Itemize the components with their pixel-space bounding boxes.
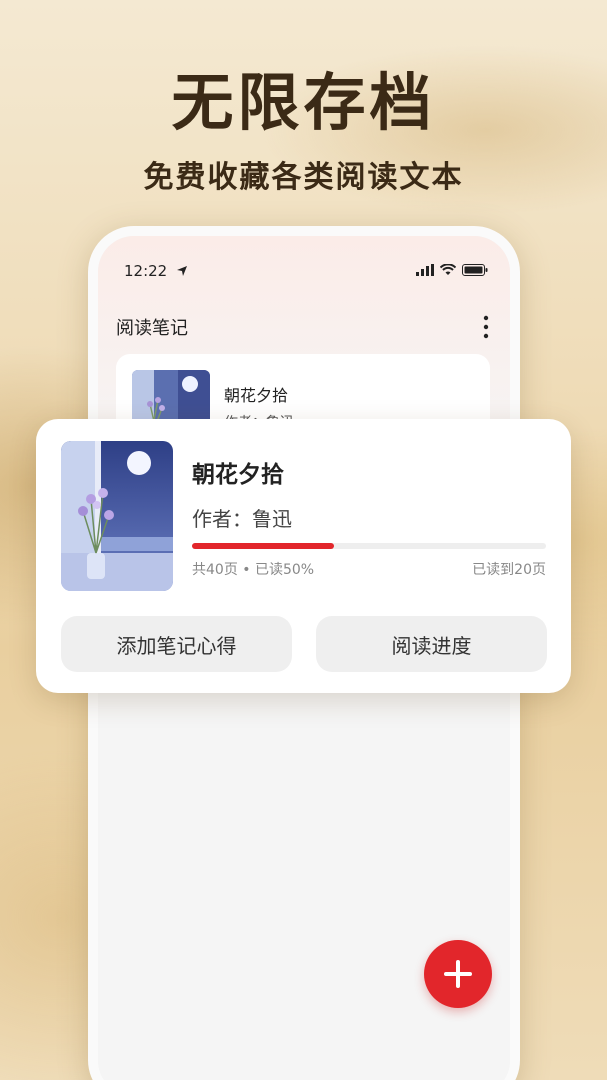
status-icons: [416, 264, 488, 276]
more-vertical-icon[interactable]: [476, 314, 496, 340]
book-title: 朝花夕拾: [192, 462, 284, 488]
status-bar: 12:22: [124, 262, 188, 280]
promo-headline: 无限存档: [171, 66, 436, 139]
add-fab-button[interactable]: [424, 940, 492, 1008]
reading-progress-label: 阅读进度: [391, 633, 472, 658]
promo-subline: 免费收藏各类阅读文本: [143, 160, 464, 195]
book-author: 作者：鲁迅: [192, 507, 292, 531]
page-stats: 共40页 • 已读50%: [192, 562, 315, 578]
book-title: 朝花夕拾: [224, 386, 289, 405]
plus-icon: [444, 960, 472, 988]
status-time: 12:22: [124, 262, 168, 280]
reading-progress-fill: [192, 543, 334, 549]
add-notes-label: 添加笔记心得: [116, 633, 237, 658]
add-notes-button[interactable]: 添加笔记心得: [61, 616, 292, 672]
location-arrow-icon: [177, 266, 188, 276]
book-detail-popup: 朝花夕拾 作者：鲁迅 共40页 • 已读50% 已读到20页 添加笔记心得 阅读…: [36, 419, 571, 693]
reading-progress-button[interactable]: 阅读进度: [316, 616, 547, 672]
reading-progress-bar: [192, 543, 546, 549]
signal-icon: [416, 264, 434, 276]
battery-icon: [462, 264, 488, 276]
wifi-icon: [440, 264, 456, 275]
book-cover: [61, 441, 173, 591]
page-title: 阅读笔记: [116, 318, 188, 339]
read-to-page: 已读到20页: [472, 562, 546, 578]
